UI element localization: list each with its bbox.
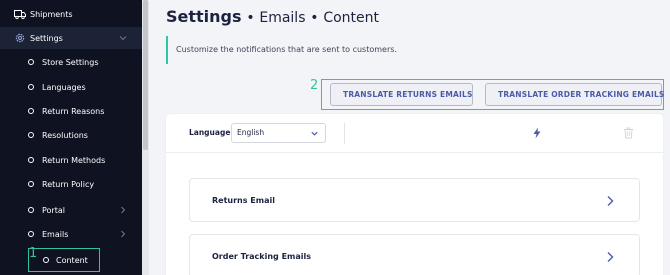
bullet-icon [28,108,34,114]
content-highlight-box [28,248,100,272]
sidebar-item-shipments[interactable]: Shipments [0,3,142,25]
card-toolbar: Language English [166,114,663,153]
sidebar-item-label: Return Reasons [42,106,105,116]
list-item-order-tracking-emails[interactable]: Order Tracking Emails [189,234,640,275]
sidebar-item-label: Store Settings [42,57,99,67]
sidebar: Shipments Settings Store Settings Langua… [0,0,142,275]
sidebar-scrollbar[interactable] [142,0,149,275]
list-item-returns-email[interactable]: Returns Email [189,178,640,222]
chevron-right-icon [121,230,126,238]
bullet-icon [28,132,34,138]
sidebar-item-label: Return Policy [42,179,95,189]
breadcrumb-content: Content [323,10,380,26]
sidebar-item-label: Emails [42,229,69,239]
sidebar-item-label: Portal [42,205,65,215]
chevron-right-icon [607,252,614,262]
bullet-icon [28,84,34,90]
sidebar-item-return-reasons[interactable]: Return Reasons [0,100,142,122]
chevron-right-icon [121,206,126,214]
bullet-icon [28,207,34,213]
scrollbar-thumb[interactable] [143,0,148,150]
sidebar-item-return-methods[interactable]: Return Methods [0,149,142,171]
chevron-down-icon [311,131,318,136]
page-title: Settings • Emails • Content [166,7,379,26]
bullet-icon [28,59,34,65]
bullet-icon [28,181,34,187]
breadcrumb-separator: • [310,10,319,26]
sidebar-item-label: Languages [42,82,86,92]
divider [344,123,345,144]
sidebar-item-emails[interactable]: Emails [0,223,142,245]
list-item-label: Order Tracking Emails [212,251,312,261]
chevron-down-icon [119,36,127,41]
lightning-icon[interactable] [531,127,543,139]
sidebar-item-label: Shipments [30,9,73,19]
step-1-label: 1 [29,246,38,261]
sidebar-item-label: Return Methods [42,155,106,165]
breadcrumb-separator: • [246,10,255,26]
truck-icon [14,10,26,20]
sidebar-item-label: Settings [30,33,63,43]
sidebar-item-return-policy[interactable]: Return Policy [0,173,142,195]
gear-icon [15,33,25,43]
bullet-icon [28,231,34,237]
breadcrumb-emails: Emails [259,10,306,26]
button-label: TRANSLATE RETURNS EMAILS [343,90,473,99]
language-label: Language [189,128,231,137]
bullet-icon [28,157,34,163]
sidebar-item-settings[interactable]: Settings [0,27,142,49]
list-item-label: Returns Email [212,195,275,205]
button-label: TRANSLATE ORDER TRACKING EMAILS [498,90,665,99]
email-settings-card: Language English Returns Email Order Tra… [166,114,663,275]
sidebar-item-resolutions[interactable]: Resolutions [0,124,142,146]
title-settings: Settings [166,7,242,26]
translate-returns-emails-button[interactable]: TRANSLATE RETURNS EMAILS [330,83,473,106]
sidebar-item-languages[interactable]: Languages [0,76,142,98]
main-content: Settings • Emails • Content Customize th… [149,0,670,275]
step-2-label: 2 [310,78,319,93]
sidebar-item-label: Resolutions [42,130,88,140]
page-description: Customize the notifications that are sen… [166,36,666,64]
translate-order-tracking-emails-button[interactable]: TRANSLATE ORDER TRACKING EMAILS [485,83,665,106]
chevron-right-icon [607,196,614,206]
language-select-value: English [237,128,265,137]
sidebar-item-store-settings[interactable]: Store Settings [0,51,142,73]
language-select[interactable]: English [231,123,326,143]
trash-icon[interactable] [623,127,634,139]
sidebar-item-portal[interactable]: Portal [0,199,142,221]
